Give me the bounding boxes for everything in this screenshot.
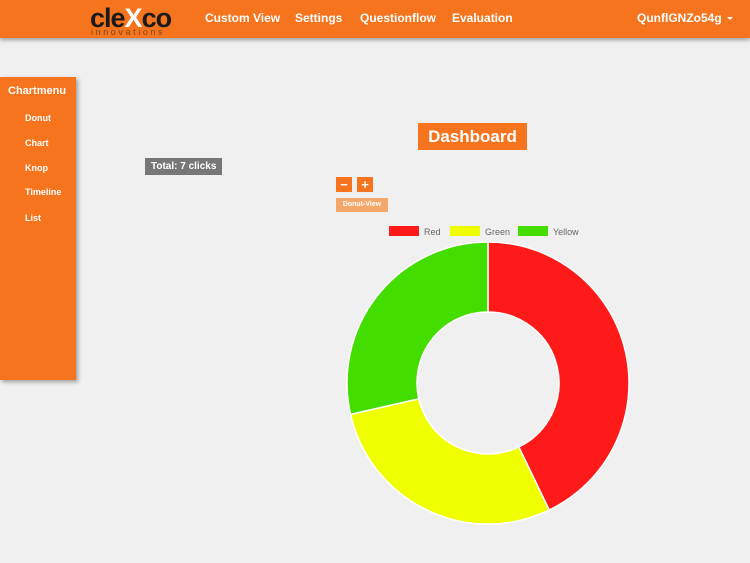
sidebar-title: Chartmenu (8, 85, 67, 97)
nav-custom-view[interactable]: Custom View (205, 11, 280, 25)
legend-label: Green (485, 227, 510, 237)
legend-item-green[interactable]: Green (450, 226, 510, 237)
navbar: cleXco innovations Custom View Settings … (0, 0, 750, 38)
nav-evaluation[interactable]: Evaluation (452, 11, 513, 25)
legend-item-red[interactable]: Red (389, 226, 441, 237)
page-title: Dashboard (418, 123, 527, 150)
chart-menu-sidebar: Chartmenu Donut Chart Knop Timeline List (0, 77, 76, 380)
legend-swatch (450, 226, 480, 236)
sidebar-item-donut[interactable]: Donut (25, 113, 51, 123)
total-clicks-badge: Total: 7 clicks (145, 158, 223, 175)
sidebar-item-chart[interactable]: Chart (25, 138, 49, 148)
donut-slice-yellow[interactable] (346, 241, 489, 416)
user-menu[interactable]: QunflGNZo54g (637, 11, 733, 25)
zoom-in-button[interactable]: + (357, 177, 373, 192)
donut-chart: Red Green Yellow (346, 226, 630, 525)
sidebar-item-timeline[interactable]: Timeline (25, 187, 61, 197)
sidebar-item-list[interactable]: List (25, 213, 41, 223)
view-mode-badge: Donut-View (336, 198, 388, 212)
legend-swatch (518, 226, 548, 236)
user-name: QunflGNZo54g (637, 11, 722, 25)
logo-tagline: innovations (91, 27, 166, 37)
caret-down-icon (726, 17, 733, 21)
nav-questionflow[interactable]: Questionflow (360, 11, 436, 25)
sidebar-item-knop[interactable]: Knop (25, 163, 48, 173)
legend-item-yellow[interactable]: Yellow (518, 226, 579, 237)
nav-settings[interactable]: Settings (295, 11, 342, 25)
logo[interactable]: cleXco innovations (90, 2, 182, 38)
donut-slice-green[interactable] (349, 397, 551, 525)
legend-label: Yellow (553, 227, 579, 237)
legend-swatch (389, 226, 419, 236)
zoom-out-button[interactable]: − (336, 177, 352, 192)
legend-label: Red (424, 227, 441, 237)
